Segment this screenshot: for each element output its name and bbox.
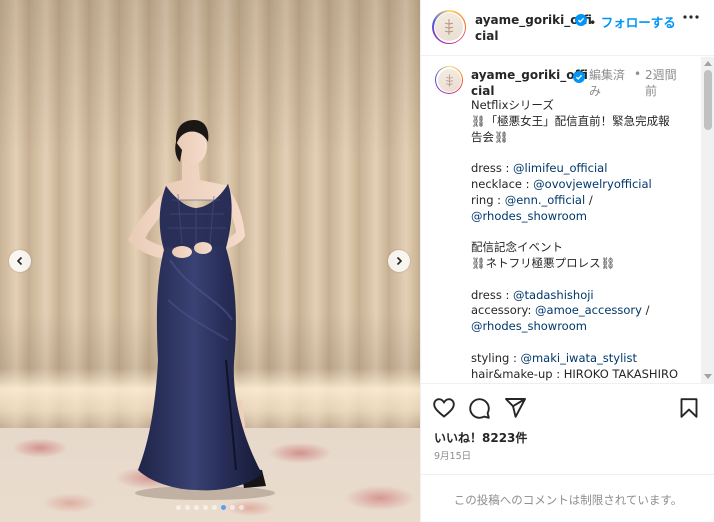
edited-label: 編集済 み xyxy=(589,68,626,98)
caption-text: dress : xyxy=(471,287,514,302)
caption-line: accessory: @amoe_accessory / xyxy=(471,303,696,319)
mention-link[interactable]: @ovovjewelryofficial xyxy=(533,177,652,191)
verified-badge-icon xyxy=(573,71,585,83)
mention-link[interactable]: @maki_iwata_stylist xyxy=(520,351,637,365)
caption-line: styling : @maki_iwata_stylist xyxy=(471,351,696,367)
chevron-right-icon xyxy=(396,256,403,266)
caption-text: necklace : xyxy=(471,176,534,191)
caption-line: 配信記念イベント xyxy=(471,240,696,256)
caption-line: @rhodes_showroom xyxy=(471,319,696,335)
like-count[interactable]: いいね！8223件 xyxy=(434,429,527,446)
meta-separator: • xyxy=(634,67,642,81)
caption-text: 告会⛓ xyxy=(471,129,509,144)
caption-scrollbar[interactable] xyxy=(701,57,714,383)
follow-label: フォローする xyxy=(600,15,676,30)
caption-line: necklace : @ovovjewelryofficial xyxy=(471,177,696,193)
share-icon[interactable] xyxy=(505,398,526,418)
caption-text: Netflixシリーズ xyxy=(471,98,554,112)
comments-restricted-notice: この投稿へのコメントは制限されています。 xyxy=(453,493,683,507)
caption-username[interactable]: ayame_goriki_offi cial xyxy=(471,67,588,99)
post-photo[interactable] xyxy=(0,0,420,522)
caption-line: ⛓ネトフリ極悪プロレス⛓ xyxy=(471,256,696,272)
caption-avatar[interactable] xyxy=(435,66,463,94)
caption-line: ⛓「極悪女王」配信直前！緊急完成報 xyxy=(471,114,696,130)
profile-logo-icon xyxy=(444,19,454,35)
carousel-next-button[interactable] xyxy=(388,250,410,272)
more-options-icon[interactable] xyxy=(683,14,699,20)
mention-link[interactable]: @enn._official xyxy=(505,193,585,207)
follow-button[interactable]: • フォローする xyxy=(589,12,676,31)
carousel-dot xyxy=(194,505,199,510)
caption-line: dress : @limifeu_official xyxy=(471,161,696,177)
post-header: ayame_goriki_offi cial • フォローする xyxy=(421,0,714,56)
chevron-left-icon xyxy=(16,256,23,266)
carousel-dot xyxy=(230,505,235,510)
heart-icon[interactable] xyxy=(433,398,455,418)
carousel-dot xyxy=(176,505,181,510)
verified-badge-icon xyxy=(575,14,587,26)
carousel-dot xyxy=(212,505,217,510)
mention-link[interactable]: @amoe_accessory xyxy=(535,303,642,317)
post-caption: Netflixシリーズ ⛓「極悪女王」配信直前！緊急完成報 告会⛓ dress : @… xyxy=(471,98,696,382)
comment-icon[interactable] xyxy=(469,398,490,419)
caption-line: hair&make-up : HIROKO TAKASHIRO xyxy=(471,367,696,382)
bookmark-icon[interactable] xyxy=(680,398,698,418)
scrollbar-thumb[interactable] xyxy=(704,70,712,130)
post-actions: いいね！8223件 9月15日 xyxy=(421,383,714,473)
follow-separator: • xyxy=(589,15,597,30)
woman-in-navy-gown xyxy=(128,120,275,500)
caption-text: ⛓「極悪女王」配信直前！緊急完成報 xyxy=(471,113,670,128)
caption-text: ring : xyxy=(471,192,505,207)
caption-line: Netflixシリーズ xyxy=(471,98,696,114)
mention-link[interactable]: @rhodes_showroom xyxy=(471,209,587,223)
caption-text: 配信記念イベント xyxy=(471,240,563,255)
caption-line: ring : @enn._official / xyxy=(471,193,696,209)
carousel-prev-button[interactable] xyxy=(9,250,31,272)
scroll-up-icon[interactable] xyxy=(704,61,712,66)
caption-area: ayame_goriki_offi cial 編集済 み • 2週間 前 Net… xyxy=(421,57,714,382)
carousel-dot xyxy=(203,505,208,510)
caption-line: 告会⛓ xyxy=(471,130,696,146)
mention-link[interactable]: @limifeu_official xyxy=(513,161,607,175)
caption-line: dress : @tadashishoji xyxy=(471,288,696,304)
caption-text: ⛓ネトフリ極悪プロレス⛓ xyxy=(471,255,616,270)
post-date[interactable]: 9月15日 xyxy=(434,448,471,462)
caption-text: hair&make-up : HIROKO TAKASHIRO xyxy=(471,366,679,381)
carousel-indicator xyxy=(0,505,420,510)
carousel-dot xyxy=(239,505,244,510)
mention-link[interactable]: @tadashishoji xyxy=(513,288,594,302)
post-side-panel: ayame_goriki_offi cial • フォローする ayame_go… xyxy=(420,0,714,522)
carousel-dot xyxy=(185,505,190,510)
caption-text: / xyxy=(585,192,593,207)
mention-link[interactable]: @rhodes_showroom xyxy=(471,319,587,333)
caption-text: / xyxy=(641,303,650,318)
avatar[interactable] xyxy=(432,10,466,44)
post-time: 2週間 前 xyxy=(645,68,677,98)
caption-text: accessory: xyxy=(471,303,536,318)
comment-restricted-area: この投稿へのコメントは制限されています。 xyxy=(421,474,714,522)
caption-line: @rhodes_showroom xyxy=(471,209,696,225)
scroll-down-icon[interactable] xyxy=(704,374,712,379)
caption-text: dress : xyxy=(471,161,514,176)
profile-logo-icon xyxy=(445,73,453,87)
carousel-dot xyxy=(221,505,226,510)
caption-text: styling : xyxy=(471,350,521,365)
